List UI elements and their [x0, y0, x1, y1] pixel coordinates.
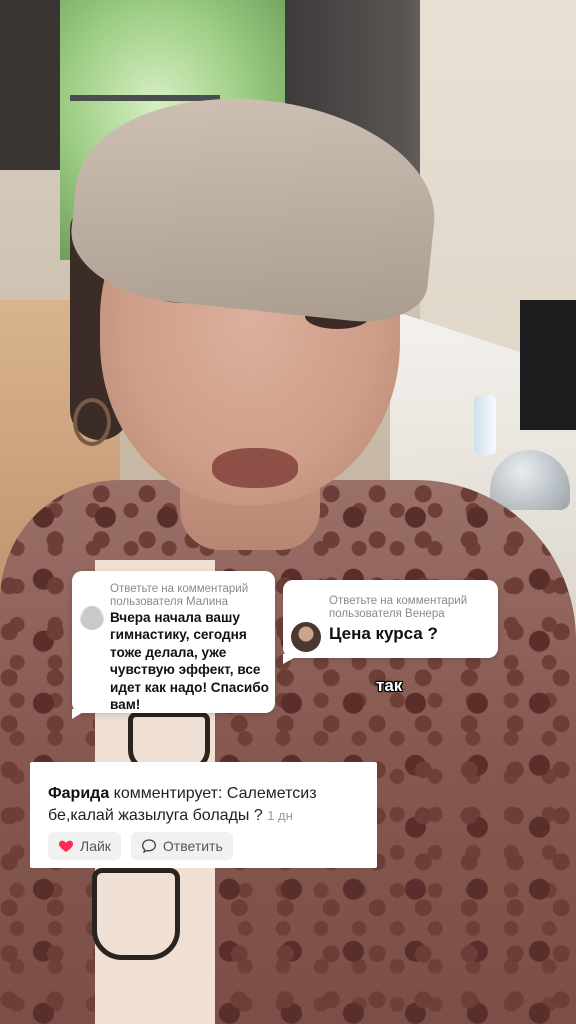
reply-comment-text: Цена курса ?: [329, 624, 438, 643]
reply-button[interactable]: Ответить: [130, 832, 233, 860]
person-shirt: [0, 480, 576, 1024]
video-caption-word: так: [376, 676, 403, 695]
person-mouth: [212, 448, 298, 488]
comment-text-block: Фарида комментирует: Салеметсиз бе,калай…: [48, 783, 373, 827]
reply-caption: Ответьте на комментарий пользователя Вен…: [329, 595, 468, 620]
comment-card[interactable]: Фарида комментирует: Салеметсиз бе,калай…: [30, 762, 377, 868]
default-avatar-icon: [80, 606, 104, 630]
sticker-tail: [283, 654, 301, 664]
person-earring: [73, 398, 111, 446]
reply-label: Ответить: [162, 838, 223, 854]
like-button[interactable]: Лайк: [48, 832, 121, 860]
like-label: Лайк: [80, 838, 111, 854]
video-frame[interactable]: [0, 0, 576, 1024]
comment-author[interactable]: Фарида: [48, 785, 109, 802]
comment-actions: Лайк Ответить: [48, 832, 233, 860]
sunglasses: [92, 868, 180, 960]
background-curtain-left: [0, 0, 60, 170]
reply-comment-text: Вчера начала вашу гимнастику, сегодня то…: [110, 610, 269, 713]
reply-caption: Ответьте на комментарий пользователя Мал…: [110, 583, 249, 608]
reply-sticker-venera[interactable]: Ответьте на комментарий пользователя Вен…: [283, 580, 498, 664]
comment-bubble-icon: [141, 839, 156, 854]
heart-icon: [58, 840, 74, 852]
background-tv: [520, 300, 576, 430]
reply-sticker-malina[interactable]: Ответьте на комментарий пользователя Мал…: [72, 571, 275, 719]
background-bottle: [474, 395, 496, 455]
comment-verb: комментирует:: [113, 785, 223, 802]
comment-time: 1 дн: [267, 808, 293, 823]
user-avatar-photo: [291, 622, 321, 652]
sticker-tail: [72, 709, 88, 719]
